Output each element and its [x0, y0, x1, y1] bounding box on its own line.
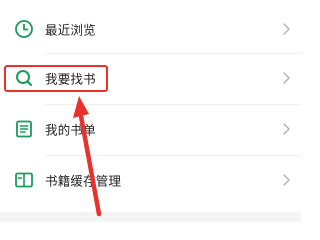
menu-item-booklist[interactable]: 我的书单	[0, 105, 301, 153]
section-separator	[0, 212, 301, 222]
chevron-right-icon	[283, 174, 290, 186]
menu-item-label: 我的书单	[45, 122, 96, 138]
book-cache-icon	[15, 172, 33, 188]
search-icon	[16, 70, 33, 87]
chevron-right-icon	[283, 23, 290, 35]
menu-item-recent[interactable]: 最近浏览	[0, 5, 301, 53]
menu-item-label: 书籍缓存管理	[45, 173, 122, 189]
menu-item-find-book[interactable]: 我要找书	[0, 54, 301, 102]
chevron-right-icon	[283, 72, 290, 84]
menu-item-label: 最近浏览	[45, 22, 96, 38]
clock-icon	[15, 20, 33, 38]
menu-item-label: 我要找书	[45, 71, 96, 87]
menu-list: 最近浏览 我要找书 我的书单 书籍缓存管理	[0, 0, 301, 222]
menu-item-cache-management[interactable]: 书籍缓存管理	[0, 156, 301, 204]
booklist-icon	[16, 120, 32, 138]
chevron-right-icon	[283, 123, 290, 135]
